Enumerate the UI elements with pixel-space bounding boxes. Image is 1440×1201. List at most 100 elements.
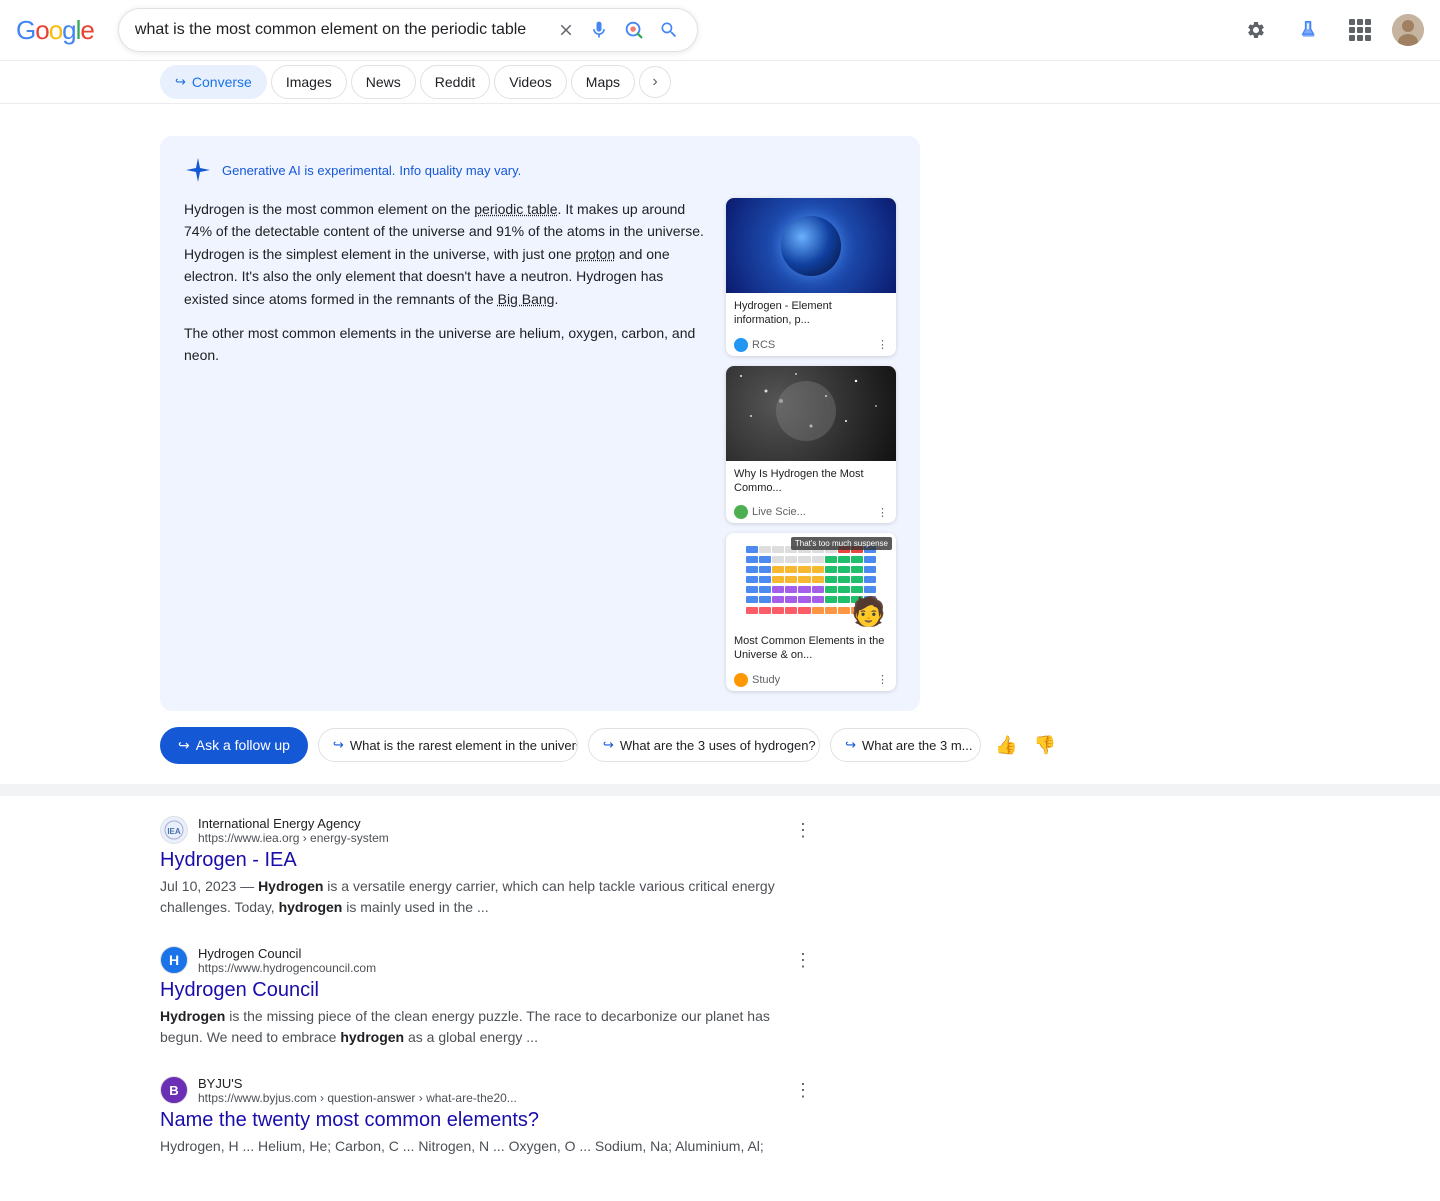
ai-header: Generative AI is experimental. Info qual…	[184, 156, 896, 184]
svg-text:IEA: IEA	[167, 827, 181, 836]
converse-tab-icon: ↪	[175, 74, 186, 90]
ai-image-card-3[interactable]: 🧑 That's too much suspense Most Common E…	[726, 533, 896, 691]
thumbs-up-button[interactable]: 👍	[991, 731, 1021, 760]
source-name-2: Live Scie...	[752, 506, 806, 518]
lens-button[interactable]	[621, 17, 647, 43]
ai-image-source-1: RCS ⋮	[726, 334, 896, 356]
ai-experimental-text: Generative AI is experimental.	[222, 163, 395, 178]
clear-icon	[557, 21, 575, 39]
ai-image-thumb-2	[726, 366, 896, 461]
result-snippet-hc: Hydrogen is the missing piece of the cle…	[160, 1006, 812, 1048]
favicon-iea: IEA	[160, 816, 188, 844]
followup-chip-3[interactable]: ↪ What are the 3 m...	[830, 728, 981, 762]
search-button[interactable]	[657, 18, 681, 42]
result-site-name-iea: International Energy Agency	[198, 816, 784, 831]
chip-label-1: What is the rarest element in the univer…	[350, 738, 578, 753]
google-logo: Google	[16, 15, 94, 46]
result-source-hc: H Hydrogen Council https://www.hydrogenc…	[160, 946, 812, 975]
header: Google	[0, 0, 1440, 61]
image-menu-3[interactable]: ⋮	[877, 673, 888, 686]
news-tab-label: News	[366, 74, 401, 90]
proton-link[interactable]: proton	[575, 246, 615, 262]
source-name-1: RCS	[752, 339, 775, 351]
chip-arrow-icon-1: ↪	[333, 737, 344, 753]
periodic-table-link[interactable]: periodic table	[474, 201, 557, 217]
tab-news[interactable]: News	[351, 65, 416, 99]
ai-answer-box: Generative AI is experimental. Info qual…	[160, 136, 920, 711]
result-source-iea: IEA International Energy Agency https://…	[160, 816, 812, 845]
result-title-byju[interactable]: Name the twenty most common elements?	[160, 1109, 812, 1132]
favicon-byju: B	[160, 1076, 188, 1104]
result-site-name-hc: Hydrogen Council	[198, 946, 784, 961]
microphone-icon	[589, 20, 609, 40]
followup-chip-1[interactable]: ↪ What is the rarest element in the univ…	[318, 728, 578, 762]
ai-quality-text: Info quality may vary.	[399, 163, 521, 178]
chip-label-2: What are the 3 uses of hydrogen?	[620, 738, 816, 753]
character-visual: 🧑	[851, 595, 886, 628]
ai-body: Hydrogen is the most common element on t…	[184, 198, 896, 691]
tab-reddit[interactable]: Reddit	[420, 65, 490, 99]
periodic-thumbnail: 🧑 That's too much suspense	[726, 533, 896, 628]
result-item-iea: IEA International Energy Agency https://…	[160, 816, 812, 918]
ai-paragraph-2: The other most common elements in the un…	[184, 322, 706, 367]
ai-images: Hydrogen - Element information, p... RCS…	[726, 198, 896, 691]
ai-image-thumb-3: 🧑 That's too much suspense	[726, 533, 896, 628]
result-source-info-byju: BYJU'S https://www.byjus.com › question-…	[198, 1076, 784, 1105]
ai-image-card-2[interactable]: Why Is Hydrogen the Most Commo... Live S…	[726, 366, 896, 524]
favicon-text-byju: B	[169, 1083, 178, 1098]
ai-text-content: Hydrogen is the most common element on t…	[184, 198, 706, 691]
labs-button[interactable]	[1288, 10, 1328, 50]
ai-image-thumb-1	[726, 198, 896, 293]
image-menu-2[interactable]: ⋮	[877, 506, 888, 519]
search-input[interactable]	[135, 21, 547, 39]
voice-search-button[interactable]	[587, 18, 611, 42]
images-tab-label: Images	[286, 74, 332, 90]
result-source-info-hc: Hydrogen Council https://www.hydrogencou…	[198, 946, 784, 975]
nav-tabs: ↪ Converse Images News Reddit Videos Map…	[0, 61, 1440, 104]
tab-converse[interactable]: ↪ Converse	[160, 65, 267, 99]
videos-tab-label: Videos	[509, 74, 552, 90]
thumbs-down-button[interactable]: 👎	[1030, 731, 1060, 760]
favicon-text-hc: H	[169, 952, 179, 968]
search-bar	[118, 8, 698, 52]
ai-image-card-1[interactable]: Hydrogen - Element information, p... RCS…	[726, 198, 896, 356]
followup-btn-label: Ask a follow up	[196, 737, 290, 753]
space-stars	[726, 366, 896, 461]
section-divider	[0, 784, 1440, 796]
gear-icon	[1246, 20, 1266, 40]
result-site-name-byju: BYJU'S	[198, 1076, 784, 1091]
image-menu-1[interactable]: ⋮	[877, 338, 888, 351]
result-menu-byju[interactable]: ⋮	[794, 1080, 812, 1101]
result-url-byju: https://www.byjus.com › question-answer …	[198, 1091, 784, 1105]
avatar[interactable]	[1392, 14, 1424, 46]
converse-tab-label: Converse	[192, 74, 252, 90]
hydrogen-thumbnail	[726, 198, 896, 293]
tab-images[interactable]: Images	[271, 65, 347, 99]
result-menu-hc[interactable]: ⋮	[794, 950, 812, 971]
ask-followup-button[interactable]: ↪ Ask a follow up	[160, 727, 308, 764]
result-snippet-iea: Jul 10, 2023 — Hydrogen is a versatile e…	[160, 876, 812, 918]
followup-actions: 👍 👎	[991, 731, 1060, 760]
clear-button[interactable]	[555, 19, 577, 41]
result-item-hc: H Hydrogen Council https://www.hydrogenc…	[160, 946, 812, 1048]
settings-button[interactable]	[1236, 10, 1276, 50]
maps-tab-label: Maps	[586, 74, 620, 90]
followup-chip-2[interactable]: ↪ What are the 3 uses of hydrogen?	[588, 728, 820, 762]
space-thumbnail	[726, 366, 896, 461]
tab-maps[interactable]: Maps	[571, 65, 635, 99]
result-title-hc[interactable]: Hydrogen Council	[160, 979, 812, 1002]
result-title-iea[interactable]: Hydrogen - IEA	[160, 849, 812, 872]
result-url-iea: https://www.iea.org › energy-system	[198, 831, 784, 845]
search-icons	[555, 17, 681, 43]
more-tabs-button[interactable]: ›	[639, 66, 671, 98]
followup-arrow-icon: ↪	[178, 737, 190, 754]
chip-arrow-icon-3: ↪	[845, 737, 856, 753]
big-bang-link[interactable]: Big Bang	[498, 291, 555, 307]
result-source-byju: B BYJU'S https://www.byjus.com › questio…	[160, 1076, 812, 1105]
result-menu-iea[interactable]: ⋮	[794, 820, 812, 841]
tab-videos[interactable]: Videos	[494, 65, 567, 99]
ai-label: Generative AI is experimental. Info qual…	[222, 163, 521, 178]
apps-button[interactable]	[1340, 10, 1380, 50]
followup-bar: ↪ Ask a follow up ↪ What is the rarest e…	[160, 727, 1060, 764]
ai-image-source-3: Study ⋮	[726, 669, 896, 691]
